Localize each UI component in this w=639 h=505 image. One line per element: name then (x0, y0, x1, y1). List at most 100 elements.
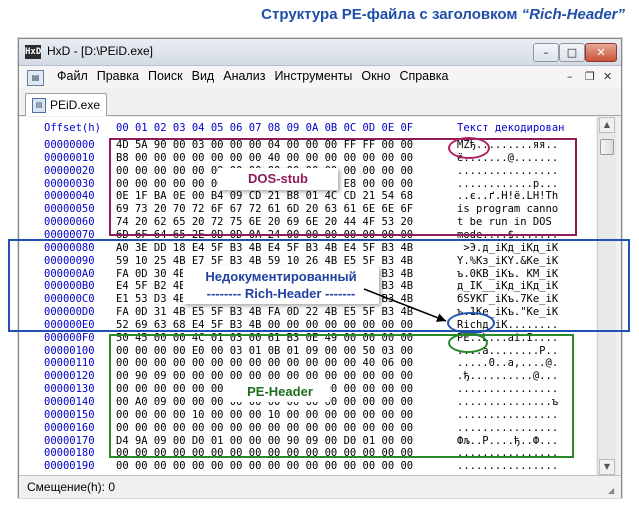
row-hex-bytes[interactable]: 00 00 00 00 00 00 00 00 00 00 00 00 00 0… (116, 422, 413, 434)
row-offset[interactable]: 000000A0 (44, 268, 95, 280)
vertical-scrollbar[interactable]: ▲ ▼ (597, 117, 616, 475)
row-decoded-text[interactable]: t be run in DOS (457, 216, 558, 228)
row-hex-bytes[interactable]: 00 00 00 00 00 00 00 00 00 00 00 00 00 4… (116, 357, 413, 369)
row-offset[interactable]: 00000100 (44, 345, 95, 357)
tab-strip: ▤ PEiD.exe (19, 89, 621, 116)
scroll-thumb[interactable] (600, 139, 614, 155)
tab-peid-exe[interactable]: ▤ PEiD.exe (25, 93, 107, 116)
row-offset[interactable]: 00000010 (44, 152, 95, 164)
row-offset[interactable]: 00000030 (44, 178, 95, 190)
row-offset[interactable]: 000000D0 (44, 306, 95, 318)
row-decoded-text[interactable]: ё.......@....... (457, 152, 558, 164)
row-offset[interactable]: 00000060 (44, 216, 95, 228)
row-offset[interactable]: 000000E0 (44, 319, 95, 331)
row-offset[interactable]: 000000F0 (44, 332, 95, 344)
row-hex-bytes[interactable]: 00 90 09 00 00 00 00 00 00 00 00 00 00 0… (116, 370, 413, 382)
mdi-restore-button[interactable]: ❐ (585, 70, 595, 83)
row-hex-bytes[interactable]: 69 73 20 70 72 6F 67 72 61 6D 20 63 61 6… (116, 203, 413, 215)
mdi-close-button[interactable]: ✕ (603, 70, 612, 83)
row-hex-bytes[interactable]: 59 10 25 4B E7 5F B3 4B 59 10 26 4B E5 5… (116, 255, 413, 267)
row-hex-bytes[interactable]: 50 45 00 00 4C 01 03 00 61 B3 0E 49 00 0… (116, 332, 413, 344)
row-hex-bytes[interactable]: 00 00 00 00 E0 00 03 01 0B 01 09 00 00 5… (116, 345, 413, 357)
tab-label: PEiD.exe (50, 98, 101, 112)
maximize-button[interactable]: □ (559, 43, 585, 62)
row-hex-bytes[interactable]: 4D 5A 90 00 03 00 00 00 04 00 00 00 FF F… (116, 139, 413, 151)
row-offset[interactable]: 00000110 (44, 357, 95, 369)
hxd-app-icon: HxD (25, 45, 42, 59)
row-decoded-text[interactable]: Фљ..Р....ђ..Ф... (457, 435, 558, 447)
row-hex-bytes[interactable]: D4 9A 09 00 D0 01 00 00 00 90 09 00 D0 0… (116, 435, 413, 447)
menu-item[interactable]: Анализ (223, 69, 265, 83)
row-offset[interactable]: 00000120 (44, 370, 95, 382)
row-decoded-text[interactable]: ъ.1Kе_іKъ."Kе_іK (457, 306, 558, 318)
menu-item[interactable]: Справка (399, 69, 448, 83)
row-decoded-text[interactable]: д_ІK__іKд_іKд_іK (457, 280, 558, 292)
row-decoded-text[interactable]: .ђ..........@... (457, 370, 558, 382)
row-hex-bytes[interactable]: 00 00 00 00 00 00 00 00 00 00 00 00 00 0… (116, 447, 413, 459)
row-offset[interactable]: 00000000 (44, 139, 95, 151)
row-decoded-text[interactable]: ................ (457, 447, 558, 459)
scroll-up-arrow-icon[interactable]: ▲ (599, 117, 615, 133)
scroll-down-arrow-icon[interactable]: ▼ (599, 459, 615, 475)
menu-item[interactable]: Правка (97, 69, 139, 83)
row-hex-bytes[interactable]: 00 00 00 00 00 00 00 00 00 00 00 00 00 0… (116, 460, 413, 472)
row-hex-bytes[interactable]: B8 00 00 00 00 00 00 00 40 00 00 00 00 0… (116, 152, 413, 164)
row-decoded-text[interactable]: ................ (457, 383, 558, 395)
row-hex-bytes[interactable]: 6D 6F 64 65 2E 0D 0D 0A 24 00 00 00 00 0… (116, 229, 413, 241)
window-title: HxD - [D:\PEiD.exe] (47, 44, 154, 58)
menu-item[interactable]: Окно (361, 69, 390, 83)
row-offset[interactable]: 00000040 (44, 190, 95, 202)
document-menu-icon[interactable]: ▤ (27, 70, 44, 86)
row-hex-bytes[interactable]: A0 3E DD 18 E4 5F B3 4B E4 5F B3 4B E4 5… (116, 242, 413, 254)
row-decoded-text[interactable]: ............p... (457, 178, 558, 190)
title-bar[interactable]: HxD HxD - [D:\PEiD.exe] – □ ✕ (19, 39, 621, 66)
minimize-button[interactable]: – (533, 43, 559, 62)
row-decoded-text[interactable]: PE..L...aі.I.... (457, 332, 558, 344)
row-decoded-text[interactable]: >Э.д_іKд_іKд_іK (457, 242, 558, 254)
row-decoded-text[interactable]: MZђ.........яя.. (457, 139, 558, 151)
row-decoded-text[interactable]: бSУKГ_іKъ.7Kе_іK (457, 293, 558, 305)
row-hex-bytes[interactable]: 74 20 62 65 20 72 75 6E 20 69 6E 20 44 4… (116, 216, 413, 228)
row-decoded-text[interactable]: ................ (457, 165, 558, 177)
row-decoded-text[interactable]: ................ (457, 422, 558, 434)
row-hex-bytes[interactable]: 0E 1F BA 0E 00 B4 09 CD 21 B8 01 4C CD 2… (116, 190, 413, 202)
row-offset[interactable]: 00000160 (44, 422, 95, 434)
row-offset[interactable]: 00000180 (44, 447, 95, 459)
row-offset[interactable]: 000000C0 (44, 293, 95, 305)
row-offset[interactable]: 00000170 (44, 435, 95, 447)
row-decoded-text[interactable]: .....0..a,....@. (457, 357, 558, 369)
row-decoded-text[interactable]: ...............ъ (457, 396, 558, 408)
row-offset[interactable]: 00000020 (44, 165, 95, 177)
row-offset[interactable]: 00000190 (44, 460, 95, 472)
row-offset[interactable]: 00000130 (44, 383, 95, 395)
mdi-minimize-button[interactable]: – (567, 70, 573, 83)
row-offset[interactable]: 00000090 (44, 255, 95, 267)
row-decoded-text[interactable]: Richд_іK........ (457, 319, 558, 331)
menu-item[interactable]: Инструменты (274, 69, 352, 83)
row-decoded-text[interactable]: is program canno (457, 203, 558, 215)
row-offset[interactable]: 00000070 (44, 229, 95, 241)
row-decoded-text[interactable]: ................ (457, 409, 558, 421)
row-hex-bytes[interactable]: 00 00 00 00 10 00 00 00 10 00 00 00 00 0… (116, 409, 413, 421)
file-icon: ▤ (32, 98, 46, 113)
caption-prefix: Структура PE-файла с заголовком (261, 6, 522, 23)
rich-pointer-arrow (363, 288, 447, 322)
row-offset[interactable]: 00000140 (44, 396, 95, 408)
row-decoded-text[interactable]: mode....$....... (457, 229, 558, 241)
menu-item[interactable]: Вид (192, 69, 215, 83)
close-button[interactable]: ✕ (585, 43, 617, 62)
status-bar: Смещение(h): 0 ◢ (19, 475, 621, 498)
menu-item[interactable]: Поиск (148, 69, 183, 83)
caption-italic: “Rich-Header” (521, 6, 625, 23)
resize-grip-icon[interactable]: ◢ (608, 486, 618, 496)
row-decoded-text[interactable]: Y.%Kз_іKY.&Kе_іK (457, 255, 558, 267)
row-offset[interactable]: 00000050 (44, 203, 95, 215)
menu-item[interactable]: Файл (57, 69, 88, 83)
row-decoded-text[interactable]: ....а........P.. (457, 345, 558, 357)
row-offset[interactable]: 00000080 (44, 242, 95, 254)
row-offset[interactable]: 000000B0 (44, 280, 95, 292)
row-decoded-text[interactable]: ..є..ґ.Н!ё.LН!Th (457, 190, 558, 202)
row-decoded-text[interactable]: ................ (457, 460, 558, 472)
row-decoded-text[interactable]: ъ.0KВ_іKъ. KМ_іK (457, 268, 558, 280)
row-offset[interactable]: 00000150 (44, 409, 95, 421)
